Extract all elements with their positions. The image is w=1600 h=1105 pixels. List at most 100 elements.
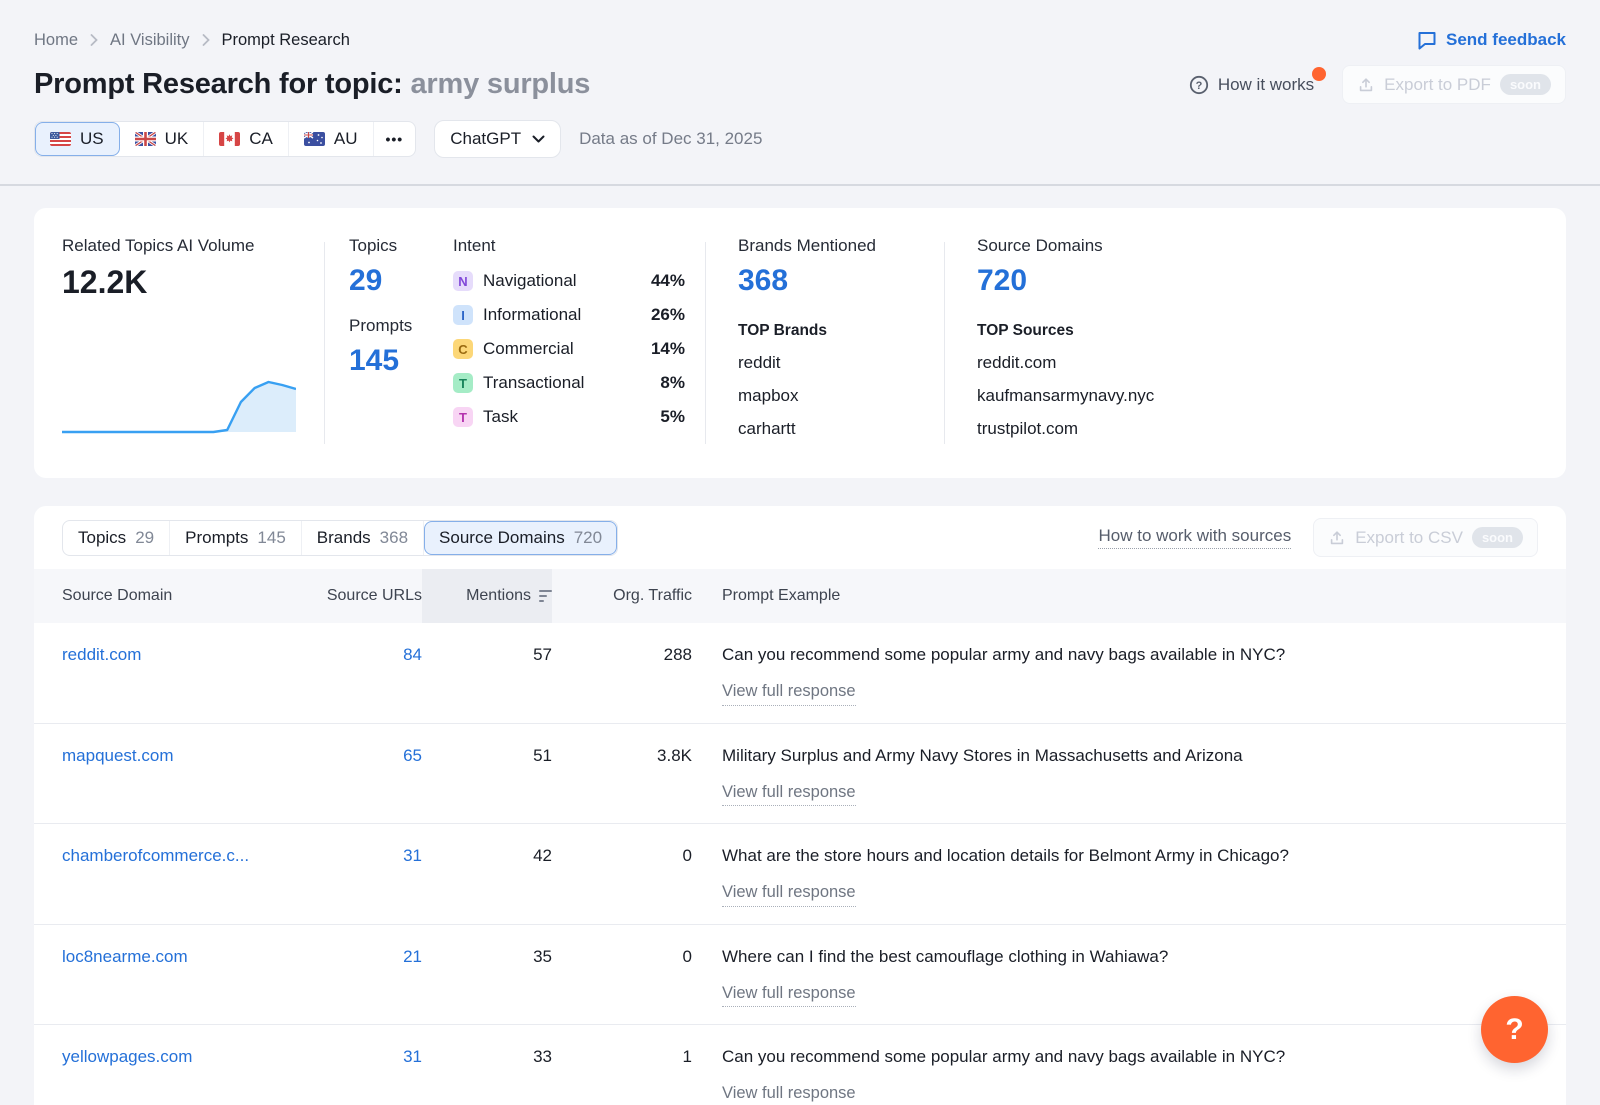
prompt-example-text: Can you recommend some popular army and … (722, 1046, 1538, 1068)
view-full-response-link[interactable]: View full response (722, 1083, 856, 1105)
soon-badge: soon (1472, 527, 1523, 548)
intent-row: T Transactional 8% (453, 373, 685, 393)
table-row: chamberofcommerce.c... 31 42 0 What are … (34, 824, 1566, 925)
source-domain-link[interactable]: mapquest.com (62, 745, 317, 767)
table-header: Source Domain Source URLs Mentions Org. … (34, 569, 1566, 623)
feedback-bubble-icon (1417, 30, 1437, 50)
us-flag-icon (50, 132, 71, 146)
view-full-response-link[interactable]: View full response (722, 882, 856, 906)
source-urls-link[interactable]: 31 (317, 1046, 422, 1068)
top-brand-item: carhartt (738, 419, 944, 439)
view-full-response-link[interactable]: View full response (722, 681, 856, 705)
col-mentions-sortable[interactable]: Mentions (422, 569, 552, 623)
question-circle-icon: ? (1189, 75, 1209, 95)
summary-stats-card: Related Topics AI Volume 12.2K Topics 29… (34, 208, 1566, 478)
source-urls-link[interactable]: 21 (317, 946, 422, 968)
export-csv-button: Export to CSV soon (1313, 518, 1538, 557)
tab-source-domains[interactable]: Source Domains720 (424, 521, 617, 555)
prompt-example-text: Where can I find the best camouflage clo… (722, 946, 1538, 968)
prompt-example-text: Can you recommend some popular army and … (722, 644, 1538, 666)
intent-row: N Navigational 44% (453, 271, 685, 291)
source-domains-label: Source Domains (977, 236, 1538, 256)
prompts-label: Prompts (349, 316, 453, 336)
topic-name: army surplus (411, 68, 591, 100)
intent-percent: 5% (660, 407, 685, 427)
intent-percent: 8% (660, 373, 685, 393)
table-row: reddit.com 84 57 288 Can you recommend s… (34, 623, 1566, 724)
source-domain-link[interactable]: yellowpages.com (62, 1046, 317, 1068)
top-brand-item: mapbox (738, 386, 944, 406)
country-tab-au[interactable]: AU (289, 122, 374, 156)
country-selector: US UK CA AU ••• (34, 121, 416, 157)
country-tab-us[interactable]: US (35, 122, 120, 156)
mentions-value: 33 (422, 1046, 552, 1068)
country-tab-uk[interactable]: UK (120, 122, 205, 156)
intent-badge-icon: T (453, 373, 473, 393)
mentions-value: 51 (422, 745, 552, 767)
tab-topics[interactable]: Topics29 (63, 521, 170, 555)
org-traffic-value: 288 (552, 644, 692, 666)
intent-badge-icon: I (453, 305, 473, 325)
intent-row: C Commercial 14% (453, 339, 685, 359)
model-selector-dropdown[interactable]: ChatGPT (434, 120, 561, 158)
source-urls-link[interactable]: 31 (317, 845, 422, 867)
send-feedback-link[interactable]: Send feedback (1417, 30, 1566, 50)
intent-row: I Informational 26% (453, 305, 685, 325)
breadcrumb-chevron-icon (202, 34, 210, 46)
intent-badge-icon: N (453, 271, 473, 291)
upload-icon (1357, 76, 1375, 94)
table-row: loc8nearme.com 21 35 0 Where can I find … (34, 925, 1566, 1026)
sort-descending-icon (539, 590, 552, 603)
help-button[interactable]: ? (1481, 996, 1548, 1063)
source-urls-link[interactable]: 65 (317, 745, 422, 767)
data-as-of-label: Data as of Dec 31, 2025 (579, 129, 762, 149)
intent-name: Informational (483, 305, 581, 325)
view-full-response-link[interactable]: View full response (722, 782, 856, 806)
top-source-item: trustpilot.com (977, 419, 1538, 439)
export-pdf-button: Export to PDF soon (1342, 65, 1566, 104)
ai-volume-value: 12.2K (62, 264, 302, 301)
col-source-urls: Source URLs (317, 569, 422, 623)
brands-mentioned-value: 368 (738, 264, 944, 298)
tab-brands[interactable]: Brands368 (302, 521, 424, 555)
prompt-example-text: Military Surplus and Army Navy Stores in… (722, 745, 1538, 767)
topics-label: Topics (349, 236, 453, 256)
prompt-example-text: What are the store hours and location de… (722, 845, 1538, 867)
breadcrumb-home[interactable]: Home (34, 31, 78, 50)
breadcrumb-ai-visibility[interactable]: AI Visibility (110, 31, 189, 50)
tab-prompts[interactable]: Prompts145 (170, 521, 302, 555)
col-prompt-example: Prompt Example (692, 569, 1538, 623)
intent-label: Intent (453, 236, 685, 256)
page-title: Prompt Research for topic: army surplus (34, 68, 590, 101)
upload-icon (1328, 529, 1346, 547)
table-row: mapquest.com 65 51 3.8K Military Surplus… (34, 724, 1566, 825)
top-brands-list: reddit mapbox carhartt (738, 353, 944, 439)
source-domain-link[interactable]: loc8nearme.com (62, 946, 317, 968)
sources-table-card: Topics29 Prompts145 Brands368 Source Dom… (34, 506, 1566, 1105)
source-domains-value: 720 (977, 264, 1538, 298)
intent-badge-icon: C (453, 339, 473, 359)
more-countries-button[interactable]: ••• (374, 122, 416, 156)
col-source-domain: Source Domain (62, 569, 317, 623)
source-urls-link[interactable]: 84 (317, 644, 422, 666)
ai-volume-sparkline (62, 374, 296, 436)
intent-name: Navigational (483, 271, 577, 291)
soon-badge: soon (1500, 74, 1551, 95)
org-traffic-value: 0 (552, 946, 692, 968)
intent-percent: 26% (651, 305, 685, 325)
entity-tabs: Topics29 Prompts145 Brands368 Source Dom… (62, 520, 618, 556)
breadcrumb: Home AI Visibility Prompt Research (34, 31, 350, 50)
top-brands-label: TOP Brands (738, 322, 944, 340)
org-traffic-value: 3.8K (552, 745, 692, 767)
country-tab-ca[interactable]: CA (204, 122, 289, 156)
intent-badge-icon: T (453, 407, 473, 427)
how-to-work-with-sources-link[interactable]: How to work with sources (1098, 526, 1291, 549)
how-it-works-link[interactable]: ? How it works (1189, 75, 1322, 95)
intent-list: N Navigational 44% I Informational 26% C… (453, 271, 685, 427)
top-brand-item: reddit (738, 353, 944, 373)
source-domain-link[interactable]: reddit.com (62, 644, 317, 666)
source-domain-link[interactable]: chamberofcommerce.c... (62, 845, 317, 867)
view-full-response-link[interactable]: View full response (722, 983, 856, 1007)
intent-name: Transactional (483, 373, 584, 393)
top-source-item: reddit.com (977, 353, 1538, 373)
